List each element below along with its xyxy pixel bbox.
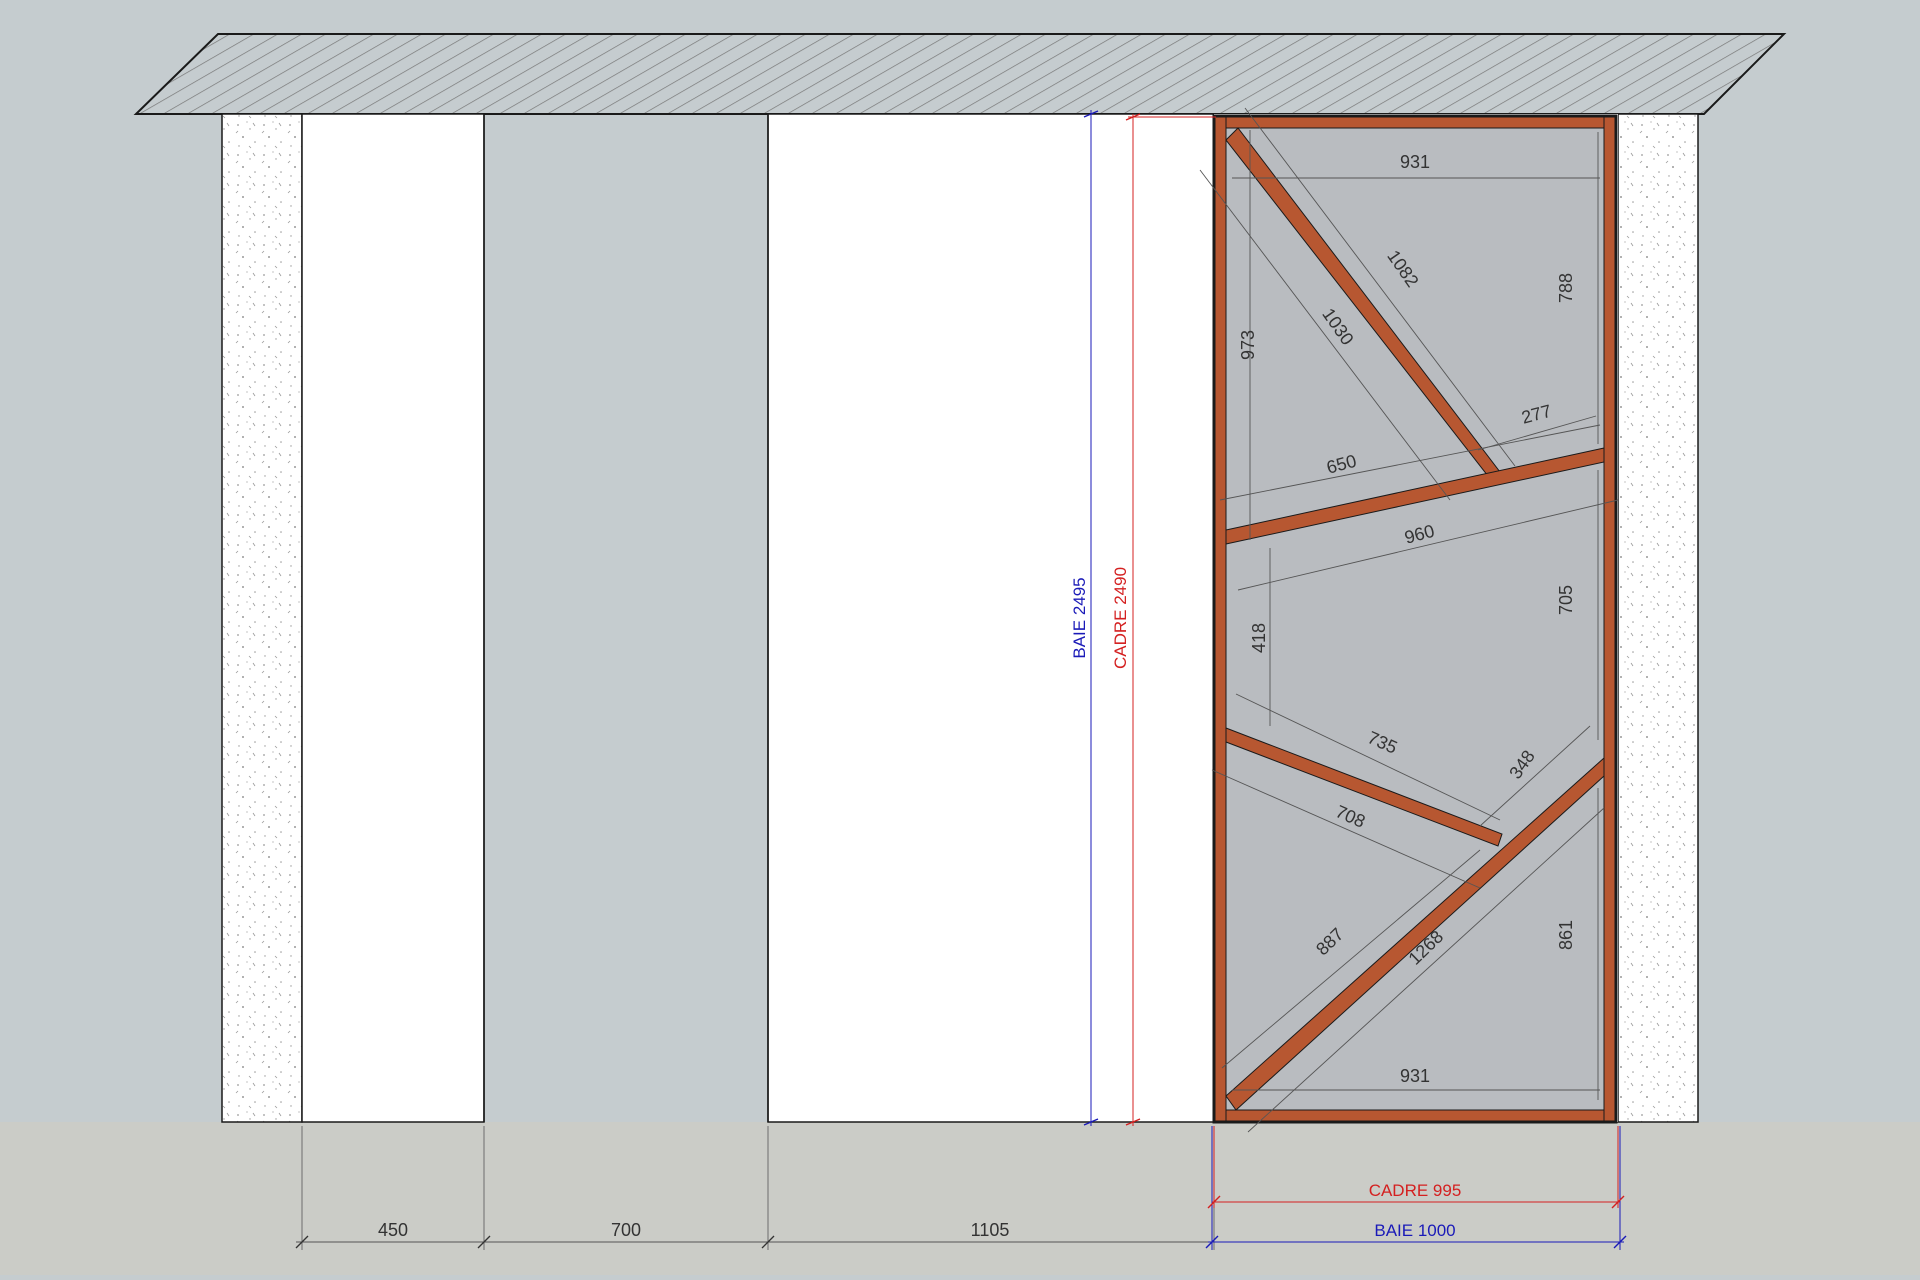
dim-705: 705 [1556, 585, 1576, 615]
dim-418: 418 [1249, 623, 1269, 653]
panel-1 [301, 113, 485, 1123]
dim-973: 973 [1238, 330, 1258, 360]
cadre-horizontal-label: CADRE 995 [1369, 1181, 1462, 1200]
panel-3 [767, 113, 1215, 1123]
frame-right-stile [1603, 115, 1617, 1123]
ceiling-slab [133, 33, 1787, 115]
left-wall [221, 113, 303, 1123]
seg-450-label: 450 [378, 1220, 408, 1240]
dim-top-width: 931 [1400, 152, 1430, 172]
dim-788: 788 [1556, 273, 1576, 303]
baie-horizontal-label: BAIE 1000 [1374, 1221, 1455, 1240]
floor [0, 1122, 1920, 1275]
cadre-vertical-label: CADRE 2490 [1111, 567, 1130, 669]
frame-bottom-rail [1213, 1109, 1617, 1123]
seg-700-label: 700 [611, 1220, 641, 1240]
dim-861: 861 [1556, 920, 1576, 950]
right-wall [1617, 113, 1699, 1123]
dim-bottom-width: 931 [1400, 1066, 1430, 1086]
baie-vertical-label: BAIE 2495 [1070, 577, 1089, 658]
frame-top-rail [1213, 115, 1617, 129]
elevation-drawing: 931 931 1082 1030 973 788 277 650 960 41… [0, 33, 1920, 1275]
drawing-stage: 931 931 1082 1030 973 788 277 650 960 41… [0, 0, 1920, 1275]
frame-left-stile [1213, 115, 1227, 1123]
seg-1105-label: 1105 [971, 1220, 1010, 1240]
